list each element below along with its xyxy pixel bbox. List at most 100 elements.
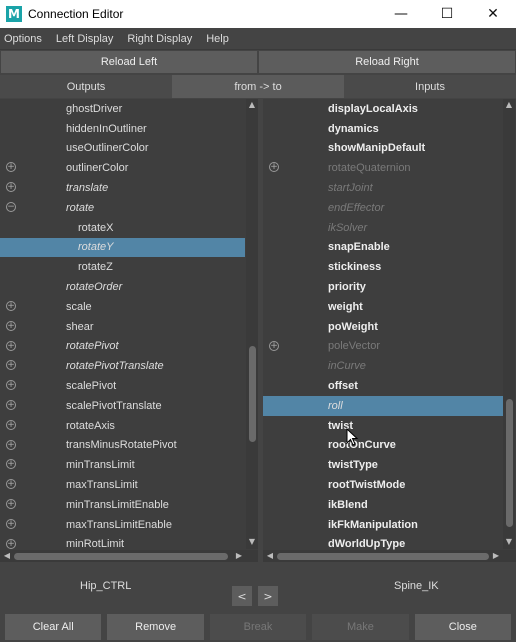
previous-node-button[interactable]: < [232,586,252,606]
expand-icon[interactable]: + [6,399,16,410]
attribute-label: scalePivotTranslate [66,399,162,412]
direction-toggle-button[interactable]: from -> to [172,75,344,98]
expand-icon[interactable]: + [6,300,16,311]
outputs-list-item[interactable]: rotateZ [0,257,245,277]
outputs-list-item[interactable]: useOutlinerColor [0,139,245,159]
expand-icon[interactable]: + [6,360,16,371]
inputs-list-item[interactable]: + rotateQuaternion [263,158,503,178]
expand-icon[interactable]: + [6,320,16,331]
inputs-list-item[interactable]: + poleVector [263,337,503,357]
outputs-list-item[interactable]: + rotatePivot [0,337,245,357]
inputs-horizontal-scrollbar[interactable]: ◀ ▶ [263,550,516,562]
scroll-thumb[interactable] [14,553,228,560]
menu-right-display[interactable]: Right Display [127,33,192,45]
menu-left-display[interactable]: Left Display [56,33,113,45]
scroll-thumb[interactable] [249,346,256,442]
inputs-list-item[interactable]: displayLocalAxis [263,99,503,119]
inputs-list-item[interactable]: priority [263,277,503,297]
expand-icon[interactable]: + [6,162,16,173]
scroll-down-arrow-icon[interactable]: ▼ [504,537,514,547]
menu-options[interactable]: Options [4,33,42,45]
next-node-button[interactable]: > [258,586,278,606]
outputs-list-item[interactable]: ghostDriver [0,99,245,119]
outputs-list-item[interactable]: + maxTransLimitEnable [0,515,245,535]
scroll-left-arrow-icon[interactable]: ◀ [265,551,275,561]
scroll-thumb[interactable] [277,553,489,560]
inputs-list-item[interactable]: twistType [263,455,503,475]
outputs-vertical-scrollbar[interactable]: ▲ ▼ [246,99,258,549]
expand-icon[interactable]: + [6,498,16,509]
outputs-header[interactable]: Outputs [0,75,172,98]
minimize-icon[interactable]: — [378,0,424,28]
expand-icon[interactable]: + [6,459,16,470]
outputs-list-item[interactable]: + minTransLimit [0,455,245,475]
outputs-list-item[interactable]: + outlinerColor [0,158,245,178]
clear-all-button[interactable]: Clear All [5,614,102,640]
scroll-up-arrow-icon[interactable]: ▲ [247,100,257,110]
expand-icon[interactable]: + [6,518,16,529]
reload-left-button[interactable]: Reload Left [1,51,257,73]
expand-icon[interactable]: + [269,340,279,351]
outputs-list-item[interactable]: + scalePivotTranslate [0,396,245,416]
inputs-list-item[interactable]: rootOnCurve [263,436,503,456]
scroll-up-arrow-icon[interactable]: ▲ [504,100,514,110]
close-icon[interactable]: ✕ [470,0,516,28]
inputs-list-item[interactable]: inCurve [263,356,503,376]
inputs-list-item[interactable]: ikFkManipulation [263,515,503,535]
menu-help[interactable]: Help [206,33,229,45]
outputs-list-item[interactable]: + scale [0,297,245,317]
scroll-right-arrow-icon[interactable]: ▶ [234,551,244,561]
scroll-thumb[interactable] [506,399,513,527]
make-button[interactable]: Make [312,614,409,640]
inputs-list-item[interactable]: ikBlend [263,495,503,515]
scroll-left-arrow-icon[interactable]: ◀ [2,551,12,561]
inputs-list-item[interactable]: showManipDefault [263,139,503,159]
outputs-list-item[interactable]: − rotate [0,198,245,218]
expand-icon[interactable]: + [6,340,16,351]
menu-bar: Options Left Display Right Display Help [0,28,516,50]
outputs-list-item[interactable]: + translate [0,178,245,198]
expand-icon[interactable]: + [269,162,279,173]
remove-button[interactable]: Remove [107,614,204,640]
outputs-list-item[interactable]: + scalePivot [0,376,245,396]
break-button[interactable]: Break [209,614,307,640]
outputs-list-item[interactable]: + transMinusRotatePivot [0,436,245,456]
inputs-list-item[interactable]: rootTwistMode [263,475,503,495]
scroll-right-arrow-icon[interactable]: ▶ [491,551,501,561]
inputs-list-item[interactable]: snapEnable [263,238,503,258]
inputs-vertical-scrollbar[interactable]: ▲ ▼ [503,99,515,549]
reload-right-button[interactable]: Reload Right [259,51,515,73]
outputs-list-item[interactable]: rotateOrder [0,277,245,297]
inputs-list-item[interactable]: offset [263,376,503,396]
inputs-list-item[interactable]: endEffector [263,198,503,218]
inputs-list-item[interactable]: poWeight [263,317,503,337]
inputs-list-item[interactable]: roll [263,395,503,416]
collapse-icon[interactable]: − [6,201,16,212]
inputs-list-item[interactable]: weight [263,297,503,317]
outputs-list-item[interactable]: + maxTransLimit [0,475,245,495]
inputs-list-item[interactable]: twist [263,416,503,436]
outputs-horizontal-scrollbar[interactable]: ◀ ▶ [0,550,258,562]
outputs-list-item[interactable]: hiddenInOutliner [0,119,245,139]
expand-icon[interactable]: + [6,479,16,490]
inputs-list-item[interactable]: dynamics [263,119,503,139]
close-button[interactable]: Close [414,614,512,640]
outputs-list-item[interactable]: + shear [0,317,245,337]
outputs-list-item[interactable]: + rotateAxis [0,416,245,436]
outputs-list-item[interactable]: rotateY [0,237,245,258]
expand-icon[interactable]: + [6,538,16,549]
expand-icon[interactable]: + [6,439,16,450]
expand-icon[interactable]: + [6,182,16,193]
outputs-list-item[interactable]: + minTransLimitEnable [0,495,245,515]
attribute-label: ikBlend [328,498,368,511]
inputs-list-item[interactable]: ikSolver [263,218,503,238]
expand-icon[interactable]: + [6,380,16,391]
inputs-list-item[interactable]: stickiness [263,257,503,277]
expand-icon[interactable]: + [6,419,16,430]
inputs-list-item[interactable]: startJoint [263,178,503,198]
inputs-header[interactable]: Inputs [344,75,516,98]
scroll-down-arrow-icon[interactable]: ▼ [247,537,257,547]
maximize-icon[interactable]: ☐ [424,0,470,28]
outputs-list-item[interactable]: + rotatePivotTranslate [0,356,245,376]
outputs-list-item[interactable]: rotateX [0,218,245,238]
